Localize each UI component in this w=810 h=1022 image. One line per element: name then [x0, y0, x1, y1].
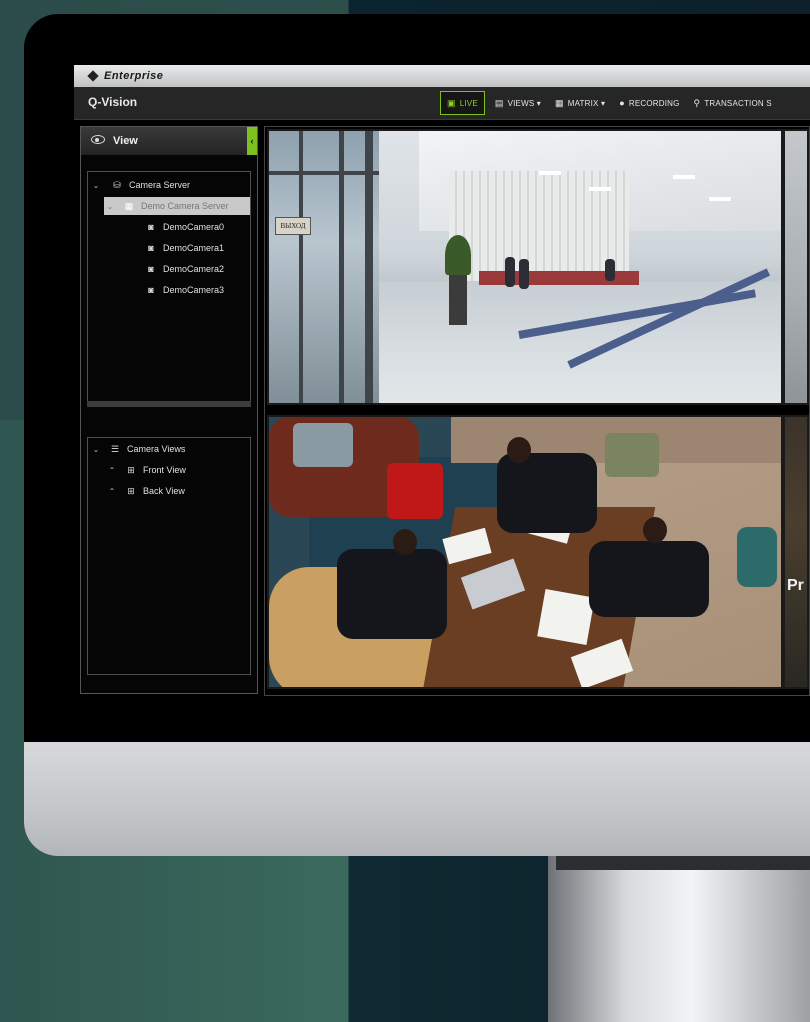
camera-icon: ◙: [148, 222, 154, 232]
record-dot-icon: ●: [619, 98, 625, 108]
camera-label: DemoCamera3: [163, 285, 225, 295]
view-sidebar: View ‹ ⌄ ⛁ Camera Server ⌄ ▦ Demo Camera…: [80, 126, 258, 694]
person: [589, 541, 709, 617]
ceiling-light: [589, 187, 611, 191]
person: [505, 257, 515, 287]
document: [537, 589, 595, 645]
list-icon: ☰: [110, 443, 120, 454]
camera-icon: ◙: [148, 285, 154, 295]
tree-node-camera[interactable]: ◙ DemoCamera2: [144, 260, 224, 278]
search-icon: ⚲: [693, 97, 701, 108]
nav-transaction-label: TRANSACTION S: [704, 98, 772, 108]
chevron-down-icon[interactable]: ⌄: [90, 445, 102, 454]
ceiling-light: [709, 197, 731, 201]
monitor-stand-joint: [556, 856, 810, 870]
main-nav: ▣ LIVE ▤ VIEWS ▾ ▦ MATRIX ▾ ● RECORDING …: [440, 90, 779, 116]
monitor-bezel: Enterprise Q-Vision ▣ LIVE ▤ VIEWS ▾ ▦ M…: [24, 14, 810, 856]
brand-bar: Enterprise: [74, 65, 810, 87]
tree-node-view[interactable]: ⌃ ⊞ Front View: [106, 461, 186, 479]
tree-node-camera[interactable]: ◙ DemoCamera0: [144, 218, 224, 236]
nav-views-label: VIEWS ▾: [507, 98, 542, 108]
demo-server-label: Demo Camera Server: [141, 201, 229, 211]
video-frame: Pr: [785, 417, 807, 687]
plant: [445, 235, 471, 275]
live-icon: ▣: [447, 97, 456, 108]
camera-tile-4[interactable]: Pr: [783, 415, 809, 689]
person: [337, 549, 447, 639]
nav-views[interactable]: ▤ VIEWS ▾: [488, 90, 548, 116]
camera-label: DemoCamera2: [163, 264, 225, 274]
camera-tile-lobby[interactable]: ВЫХОД: [267, 129, 783, 405]
nav-transaction-search[interactable]: ⚲ TRANSACTION S: [687, 90, 779, 116]
person: [497, 453, 597, 533]
meeting-video-frame: [269, 417, 781, 687]
brand-name: Enterprise: [104, 70, 164, 82]
monitor-stand: [548, 856, 810, 1022]
tree-node-camera-views[interactable]: ⌄ ☰ Camera Views: [90, 440, 186, 458]
person: [519, 259, 529, 289]
camera-label: DemoCamera0: [163, 222, 225, 232]
tree-node-demo-camera-server[interactable]: ⌄ ▦ Demo Camera Server: [104, 197, 250, 215]
ceiling-light: [539, 171, 561, 175]
nav-live-label: LIVE: [459, 98, 478, 108]
layout-grid-icon: ⊞: [127, 485, 135, 496]
ceiling-light: [673, 175, 695, 179]
red-bag: [387, 463, 443, 519]
tree-node-camera-server[interactable]: ⌄ ⛁ Camera Server: [90, 176, 250, 194]
camera-server-label: Camera Server: [129, 180, 191, 190]
monitor-chin: [24, 742, 810, 856]
exit-sign: ВЫХОД: [275, 217, 311, 235]
sidebar-title: View: [113, 135, 138, 147]
eye-icon: [91, 135, 105, 144]
window-mullion: [269, 171, 379, 175]
person-head: [643, 517, 667, 543]
pillow: [293, 423, 353, 467]
horizontal-scrollbar[interactable]: [87, 401, 251, 407]
video-frame: [785, 131, 807, 403]
sidebar-header: View ‹: [81, 127, 257, 155]
tree-node-camera[interactable]: ◙ DemoCamera1: [144, 239, 224, 257]
view-label: Back View: [143, 486, 185, 496]
camera-icon: ◙: [148, 243, 154, 253]
tree-node-view[interactable]: ⌃ ⊞ Back View: [106, 482, 185, 500]
waiting-seats: [479, 271, 639, 285]
sidebar-collapse-button[interactable]: ‹: [247, 127, 257, 155]
app-bar: Q-Vision ▣ LIVE ▤ VIEWS ▾ ▦ MATRIX ▾ ● R…: [74, 87, 810, 120]
nav-matrix[interactable]: ▦ MATRIX ▾: [548, 90, 612, 116]
camera-views-label: Camera Views: [127, 444, 186, 454]
app-title: Q-Vision: [88, 95, 138, 109]
camera-server-tree: ⌄ ⛁ Camera Server ⌄ ▦ Demo Camera Server…: [87, 171, 251, 407]
server-grid-icon: ▦: [124, 200, 134, 211]
nav-recording-label: RECORDING: [628, 98, 680, 108]
grid-icon: ▦: [555, 97, 564, 108]
lobby-video-frame: ВЫХОД: [269, 131, 781, 403]
chevron-down-icon[interactable]: ⌄: [90, 181, 102, 190]
person-head: [507, 437, 531, 463]
views-icon: ▤: [494, 97, 504, 108]
storefront-text: Pr: [787, 577, 804, 594]
chevron-up-icon[interactable]: ⌃: [106, 487, 118, 496]
camera-tile-2[interactable]: [783, 129, 809, 405]
pillow: [605, 433, 659, 477]
camera-views-tree: ⌄ ☰ Camera Views ⌃ ⊞ Front View ⌃ ⊞ Back…: [87, 437, 251, 675]
plant-pot: [449, 271, 467, 325]
camera-tile-meeting[interactable]: [267, 415, 783, 689]
chevron-up-icon[interactable]: ⌃: [106, 466, 118, 475]
tree-node-camera[interactable]: ◙ DemoCamera3: [144, 281, 224, 299]
person: [605, 259, 615, 281]
camera-label: DemoCamera1: [163, 243, 225, 253]
chevron-down-icon[interactable]: ⌄: [104, 202, 116, 211]
enterprise-logo-icon: [86, 69, 100, 83]
camera-icon: ◙: [148, 264, 154, 274]
layout-grid-icon: ⊞: [127, 464, 135, 475]
person-head: [393, 529, 417, 555]
video-grid: ВЫХОД Pr: [264, 126, 810, 696]
pillow: [737, 527, 777, 587]
nav-live[interactable]: ▣ LIVE: [440, 91, 485, 115]
nav-recording[interactable]: ● RECORDING: [612, 90, 686, 116]
nav-matrix-label: MATRIX ▾: [567, 98, 606, 108]
server-icon: ⛁: [113, 179, 121, 190]
view-label: Front View: [143, 465, 186, 475]
